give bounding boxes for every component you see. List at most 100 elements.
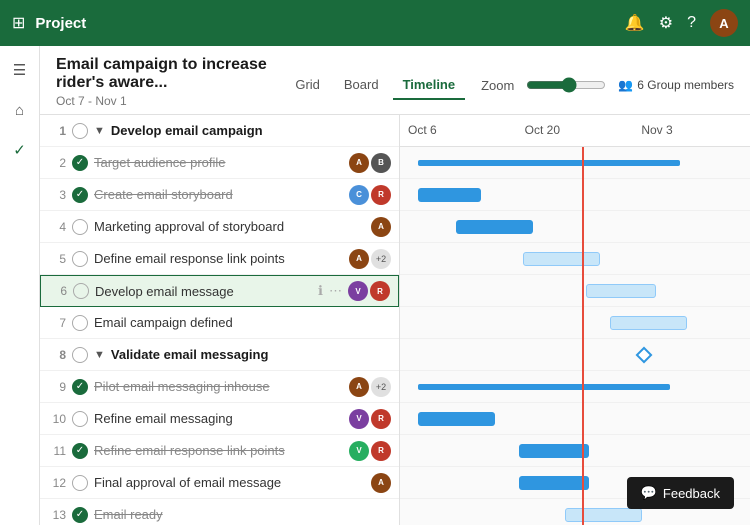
table-row: 10 Refine email messaging V R <box>40 403 399 435</box>
zoom-label: Zoom <box>481 78 514 93</box>
timeline-date-2: Oct 20 <box>517 115 634 146</box>
avatar[interactable]: A <box>710 9 738 37</box>
task-avatars: A <box>371 217 391 237</box>
table-row: 2 ✓ Target audience profile A B <box>40 147 399 179</box>
zoom-slider[interactable] <box>526 77 606 93</box>
avatar: R <box>370 281 390 301</box>
task-checkbox[interactable]: ✓ <box>72 379 88 395</box>
gantt-row-9 <box>400 403 750 435</box>
task-list: 1 ▼ Develop email campaign 2 ✓ Target au… <box>40 115 400 525</box>
task-checkbox[interactable] <box>72 219 88 235</box>
task-avatars: A +2 <box>349 377 391 397</box>
task-checkbox[interactable]: ✓ <box>72 155 88 171</box>
table-row: 4 Marketing approval of storyboard A <box>40 211 399 243</box>
task-name: Create email storyboard <box>94 187 343 202</box>
more-icon[interactable]: ⋯ <box>329 283 342 299</box>
task-name: Email ready <box>94 507 391 522</box>
sidebar: ☰ ⌂ ✓ <box>0 46 40 525</box>
timeline-body <box>400 147 750 525</box>
table-row: 13 ✓ Email ready <box>40 499 399 525</box>
avatar: A <box>371 473 391 493</box>
tab-board[interactable]: Board <box>334 71 389 100</box>
task-avatars: A +2 <box>349 249 391 269</box>
task-name: Target audience profile <box>94 155 343 170</box>
header: Email campaign to increase rider's aware… <box>40 46 750 115</box>
table-row: 7 Email campaign defined <box>40 307 399 339</box>
header-right: Zoom 👥 6 Group members <box>481 77 734 93</box>
gantt-row-1 <box>400 147 750 179</box>
task-name: Email campaign defined <box>94 315 391 330</box>
sidebar-home-icon[interactable]: ⌂ <box>4 94 36 126</box>
task-checkbox[interactable]: ✓ <box>72 443 88 459</box>
task-checkbox[interactable] <box>72 347 88 363</box>
avatar: R <box>371 185 391 205</box>
sidebar-check-icon[interactable]: ✓ <box>4 134 36 166</box>
task-avatars: V R <box>349 409 391 429</box>
task-name: Define email response link points <box>94 251 343 266</box>
table-row: 5 Define email response link points A +2 <box>40 243 399 275</box>
task-checkbox[interactable] <box>72 315 88 331</box>
avatar-extra: +2 <box>371 377 391 397</box>
avatar: V <box>349 409 369 429</box>
avatar-extra: +2 <box>371 249 391 269</box>
gantt-bar <box>586 284 656 298</box>
gantt-diamond <box>636 347 653 364</box>
gantt-row-7 <box>400 339 750 371</box>
topbar: ⊞ Project 🔔 ⚙ ? A <box>0 0 750 46</box>
collapse-arrow[interactable]: ▼ <box>94 349 105 361</box>
gantt-bar <box>565 508 642 522</box>
task-avatars: V R <box>348 281 390 301</box>
table-row: 11 ✓ Refine email response link points V… <box>40 435 399 467</box>
body-area: 1 ▼ Develop email campaign 2 ✓ Target au… <box>40 115 750 525</box>
grid-icon[interactable]: ⊞ <box>12 13 25 33</box>
collapse-arrow[interactable]: ▼ <box>94 125 105 137</box>
tab-grid[interactable]: Grid <box>285 71 330 100</box>
table-row: 6 Develop email message ℹ ⋯ V R <box>40 275 399 307</box>
settings-icon[interactable]: ⚙ <box>659 13 673 33</box>
header-nav: Grid Board Timeline <box>285 71 465 99</box>
avatar: A <box>349 249 369 269</box>
task-checkbox[interactable] <box>72 251 88 267</box>
task-avatars: A <box>371 473 391 493</box>
avatar: A <box>349 153 369 173</box>
tab-timeline[interactable]: Timeline <box>393 71 466 100</box>
timeline-date-3: Nov 3 <box>633 115 750 146</box>
task-checkbox[interactable] <box>72 475 88 491</box>
table-row: 1 ▼ Develop email campaign <box>40 115 399 147</box>
timeline-area: Oct 6 Oct 20 Nov 3 <box>400 115 750 525</box>
gantt-bar <box>519 444 589 458</box>
task-avatars: V R <box>349 441 391 461</box>
table-row: 3 ✓ Create email storyboard C R <box>40 179 399 211</box>
task-avatars: C R <box>349 185 391 205</box>
task-checkbox[interactable] <box>72 123 88 139</box>
task-name: Develop email campaign <box>111 123 391 138</box>
notification-icon[interactable]: 🔔 <box>625 13 645 33</box>
table-row: 8 ▼ Validate email messaging <box>40 339 399 371</box>
gantt-row-2 <box>400 179 750 211</box>
main-container: ☰ ⌂ ✓ Email campaign to increase rider's… <box>0 46 750 525</box>
content-area: Email campaign to increase rider's aware… <box>40 46 750 525</box>
gantt-bar <box>456 220 533 234</box>
timeline-header: Oct 6 Oct 20 Nov 3 <box>400 115 750 147</box>
task-checkbox[interactable] <box>72 411 88 427</box>
table-row: 12 Final approval of email message A <box>40 467 399 499</box>
project-title: Email campaign to increase rider's aware… <box>56 56 285 92</box>
avatar: V <box>348 281 368 301</box>
task-checkbox[interactable] <box>73 283 89 299</box>
table-row: 9 ✓ Pilot email messaging inhouse A +2 <box>40 371 399 403</box>
today-line <box>582 147 584 525</box>
feedback-button[interactable]: 💬 Feedback <box>627 477 734 509</box>
sidebar-menu-icon[interactable]: ☰ <box>4 54 36 86</box>
gantt-row-4 <box>400 243 750 275</box>
task-checkbox[interactable]: ✓ <box>72 187 88 203</box>
group-members[interactable]: 👥 6 Group members <box>618 78 734 92</box>
task-checkbox[interactable]: ✓ <box>72 507 88 523</box>
topbar-icons: 🔔 ⚙ ? A <box>625 9 738 37</box>
project-subtitle: Oct 7 - Nov 1 <box>56 92 285 114</box>
gantt-row-6 <box>400 307 750 339</box>
avatar: R <box>371 441 391 461</box>
timeline-date-1: Oct 6 <box>400 115 517 146</box>
help-icon[interactable]: ? <box>687 14 696 32</box>
info-icon[interactable]: ℹ <box>318 283 323 299</box>
avatar: C <box>349 185 369 205</box>
